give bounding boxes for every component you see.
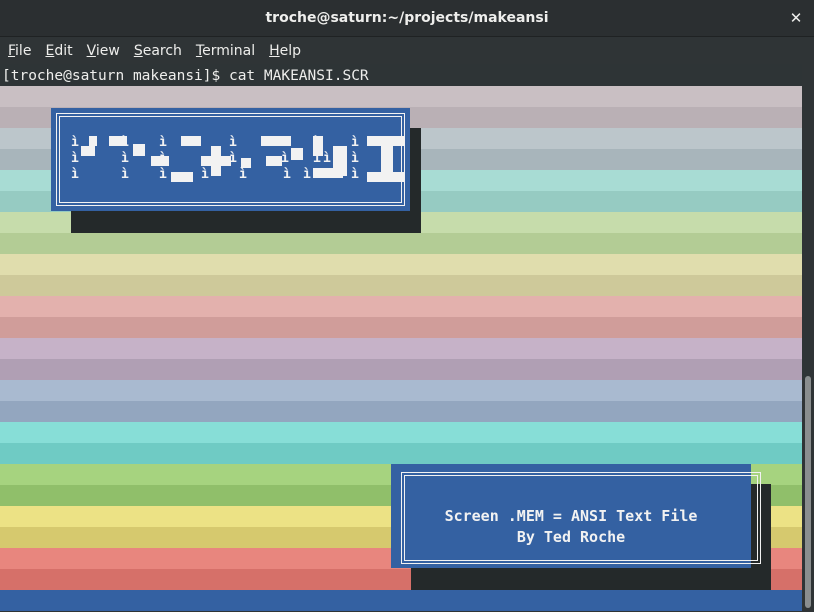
ansi-stripe: [0, 422, 802, 443]
menu-file[interactable]: File: [0, 43, 37, 59]
menu-bar: File Edit View Search Terminal Help: [0, 37, 814, 64]
menu-help-mnemonic: H: [269, 42, 280, 59]
ansi-stripe: [0, 275, 802, 296]
logo-glyph: ì: [351, 135, 359, 150]
menu-file-mnemonic: F: [8, 42, 16, 59]
logo-glyph: ì: [303, 167, 311, 182]
terminal-area[interactable]: [troche@saturn makeansi]$ cat MAKEANSI.S…: [0, 64, 802, 612]
logo-glyph: ì: [283, 167, 291, 182]
ansi-stripe: [0, 380, 802, 401]
logo-glyph: ì: [121, 135, 129, 150]
menu-file-label: ile: [15, 42, 32, 59]
logo-glyph: ì: [71, 167, 79, 182]
logo-block: [211, 146, 221, 176]
menu-edit-mnemonic: E: [45, 42, 55, 59]
menu-view[interactable]: View: [79, 43, 126, 59]
info-line-2: By Ted Roche: [516, 528, 626, 546]
info-box: Screen .MEM = ANSI Text File By Ted Roch…: [391, 464, 761, 568]
logo-glyph: ì: [159, 167, 167, 182]
ansi-stripe: [0, 590, 802, 611]
scrollbar-thumb[interactable]: [805, 376, 811, 608]
menu-search-label: earch: [142, 42, 182, 59]
logo-glyph: ì: [351, 167, 359, 182]
logo-glyph: ì: [351, 151, 359, 166]
ansi-stripe: [0, 359, 802, 380]
logo-block: [181, 136, 201, 146]
info-line-1: Screen .MEM = ANSI Text File: [444, 507, 698, 525]
menu-edit-label: dit: [54, 42, 73, 59]
logo-glyph: ì: [121, 151, 129, 166]
logo-glyph: ì: [201, 167, 209, 182]
menu-view-mnemonic: V: [86, 42, 96, 59]
logo-block: [266, 156, 282, 166]
logo-glyph: ì: [229, 135, 237, 150]
logo-glyph: ì: [239, 167, 247, 182]
logo-glyph: ì: [121, 167, 129, 182]
ansi-stripe: [0, 254, 802, 275]
logo-glyph: ì: [229, 151, 237, 166]
logo-block: [171, 172, 193, 182]
logo-block: [367, 136, 405, 146]
logo-glyph: ì: [281, 151, 289, 166]
ansi-stripe: [0, 443, 802, 464]
menu-help[interactable]: Help: [261, 43, 307, 59]
logo-glyph: ì: [71, 151, 79, 166]
logo-glyph: ì: [313, 151, 321, 166]
menu-help-label: elp: [279, 42, 302, 59]
logo-glyph: ì: [159, 135, 167, 150]
ansi-stripe: [0, 233, 802, 254]
logo-glyph: ì: [71, 135, 79, 150]
logo-block: [291, 148, 303, 160]
ansi-stripe: [0, 317, 802, 338]
menu-search[interactable]: Search: [126, 43, 188, 59]
logo-glyph: ì: [323, 151, 331, 166]
shell-prompt: [troche@saturn makeansi]$ cat MAKEANSI.S…: [2, 68, 369, 84]
close-icon[interactable]: ✕: [786, 8, 806, 28]
scrollbar[interactable]: [802, 64, 814, 612]
logo-block: [89, 136, 97, 146]
logo-glyph: ì: [159, 151, 167, 166]
logo-block: [133, 144, 145, 156]
window-title: troche@saturn:~/projects/makeansi: [265, 10, 549, 26]
logo-block: [261, 136, 291, 146]
menu-terminal-label: erminal: [202, 42, 256, 59]
logo-glyph: ì: [313, 135, 321, 150]
ansi-stripe: [0, 86, 802, 107]
menu-view-label: iew: [95, 42, 120, 59]
menu-search-mnemonic: S: [133, 42, 143, 59]
logo-block: [81, 146, 95, 156]
menu-edit[interactable]: Edit: [37, 43, 78, 59]
title-bar: troche@saturn:~/projects/makeansi ✕: [0, 0, 814, 37]
ansi-stripe: [0, 401, 802, 422]
logo-box: ìììììììììììììììììììììì: [51, 108, 410, 211]
ansi-stripe: [0, 338, 802, 359]
ansi-stripe: [0, 296, 802, 317]
menu-terminal[interactable]: Terminal: [188, 43, 261, 59]
logo-block: [313, 168, 343, 178]
logo-block: [367, 172, 405, 182]
